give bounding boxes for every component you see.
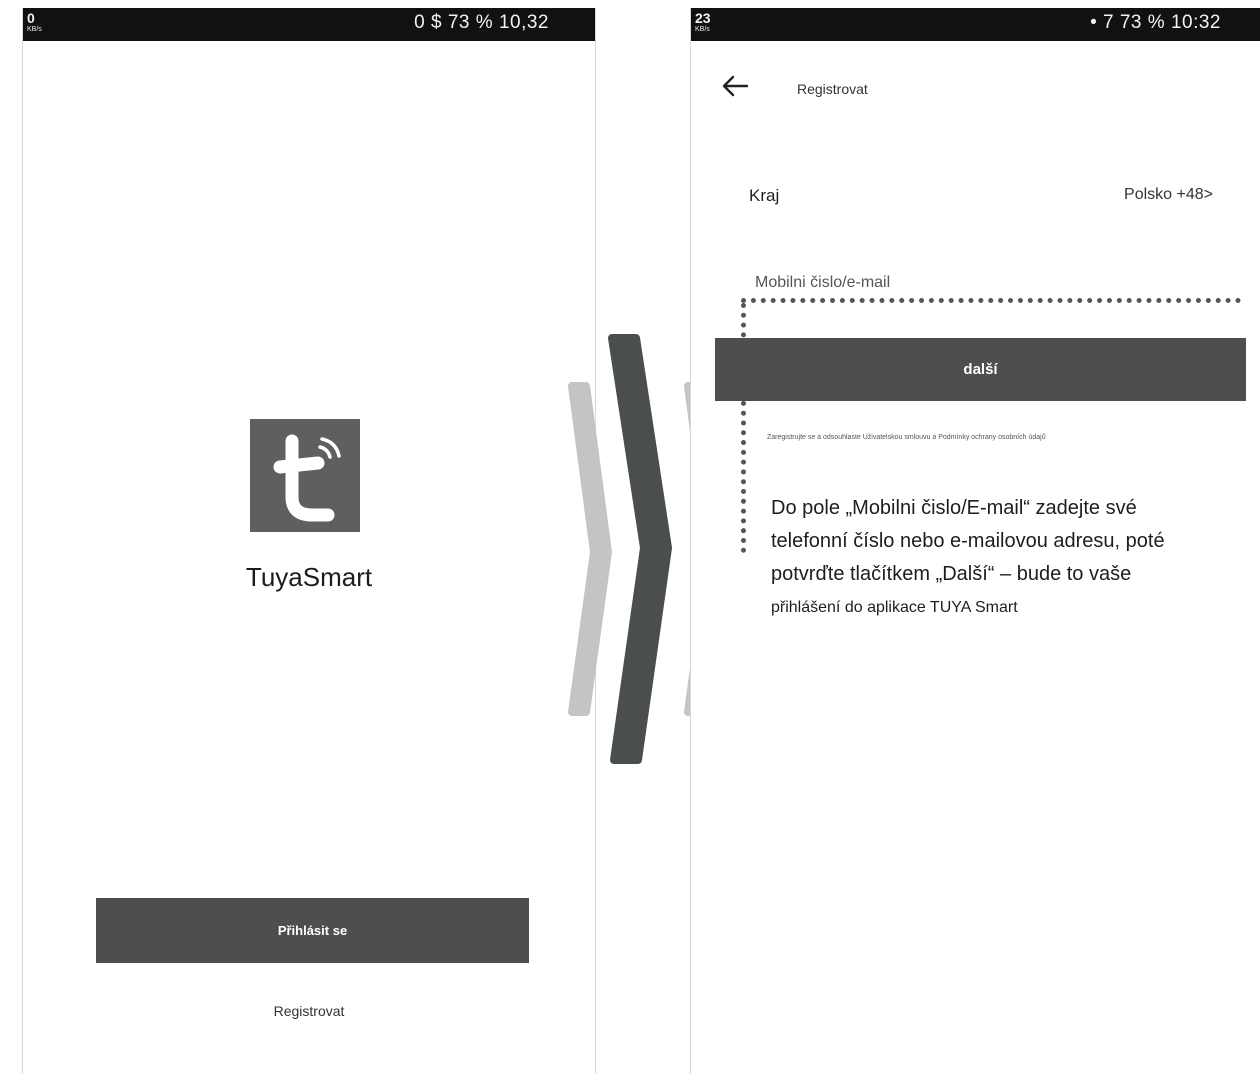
instruction-line: Do pole „Mobilni čislo/E-mail“ zadejte s… [771, 497, 1137, 519]
input-highlight-line [741, 298, 1241, 303]
network-speed-unit: KB/s [695, 26, 710, 33]
instruction-line: potvrďte tlačítkem „Další“ – bude to vaš… [771, 563, 1132, 585]
instruction-line: telefonní číslo nebo e-mailovou adresu, … [771, 530, 1165, 552]
login-button[interactable]: Přihlásit se [96, 898, 529, 963]
register-link[interactable]: Registrovat [23, 1003, 595, 1019]
phone-email-input[interactable] [755, 270, 1235, 296]
page-title: Registrovat [797, 81, 868, 97]
status-info: 0 $ 73 % 10,32 [414, 12, 549, 33]
instruction-line: přihlášení do aplikace TUYA Smart [771, 599, 1018, 616]
network-speed-unit: KB/s [27, 26, 42, 33]
status-bar: 0 KB/s 0 $ 73 % 10,32 [23, 8, 595, 41]
region-selector[interactable]: Polsko +48> [1124, 186, 1213, 204]
network-speed: 23 KB/s [695, 11, 711, 36]
status-info: • 7 73 % 10:32 [1090, 12, 1221, 33]
terms-text[interactable]: Zaregistrujte se a odsouhlaste Uživatels… [767, 434, 1046, 441]
tuya-logo-icon [250, 419, 360, 532]
registration-screen: 23 KB/s • 7 73 % 10:32 Registrovat Kraj … [690, 8, 1260, 1074]
login-screen: 0 KB/s 0 $ 73 % 10,32 TuyaSmart Přihlási… [22, 8, 596, 1074]
network-speed: 0 KB/s [27, 11, 42, 36]
next-button[interactable]: další [715, 338, 1246, 401]
status-bar: 23 KB/s • 7 73 % 10:32 [691, 8, 1260, 41]
back-arrow-icon[interactable] [721, 74, 749, 98]
region-label: Kraj [749, 186, 780, 205]
app-name: TuyaSmart [245, 562, 373, 592]
instructions-text: Do pole „Mobilni čislo/E-mail“ zadejte s… [771, 492, 1231, 624]
